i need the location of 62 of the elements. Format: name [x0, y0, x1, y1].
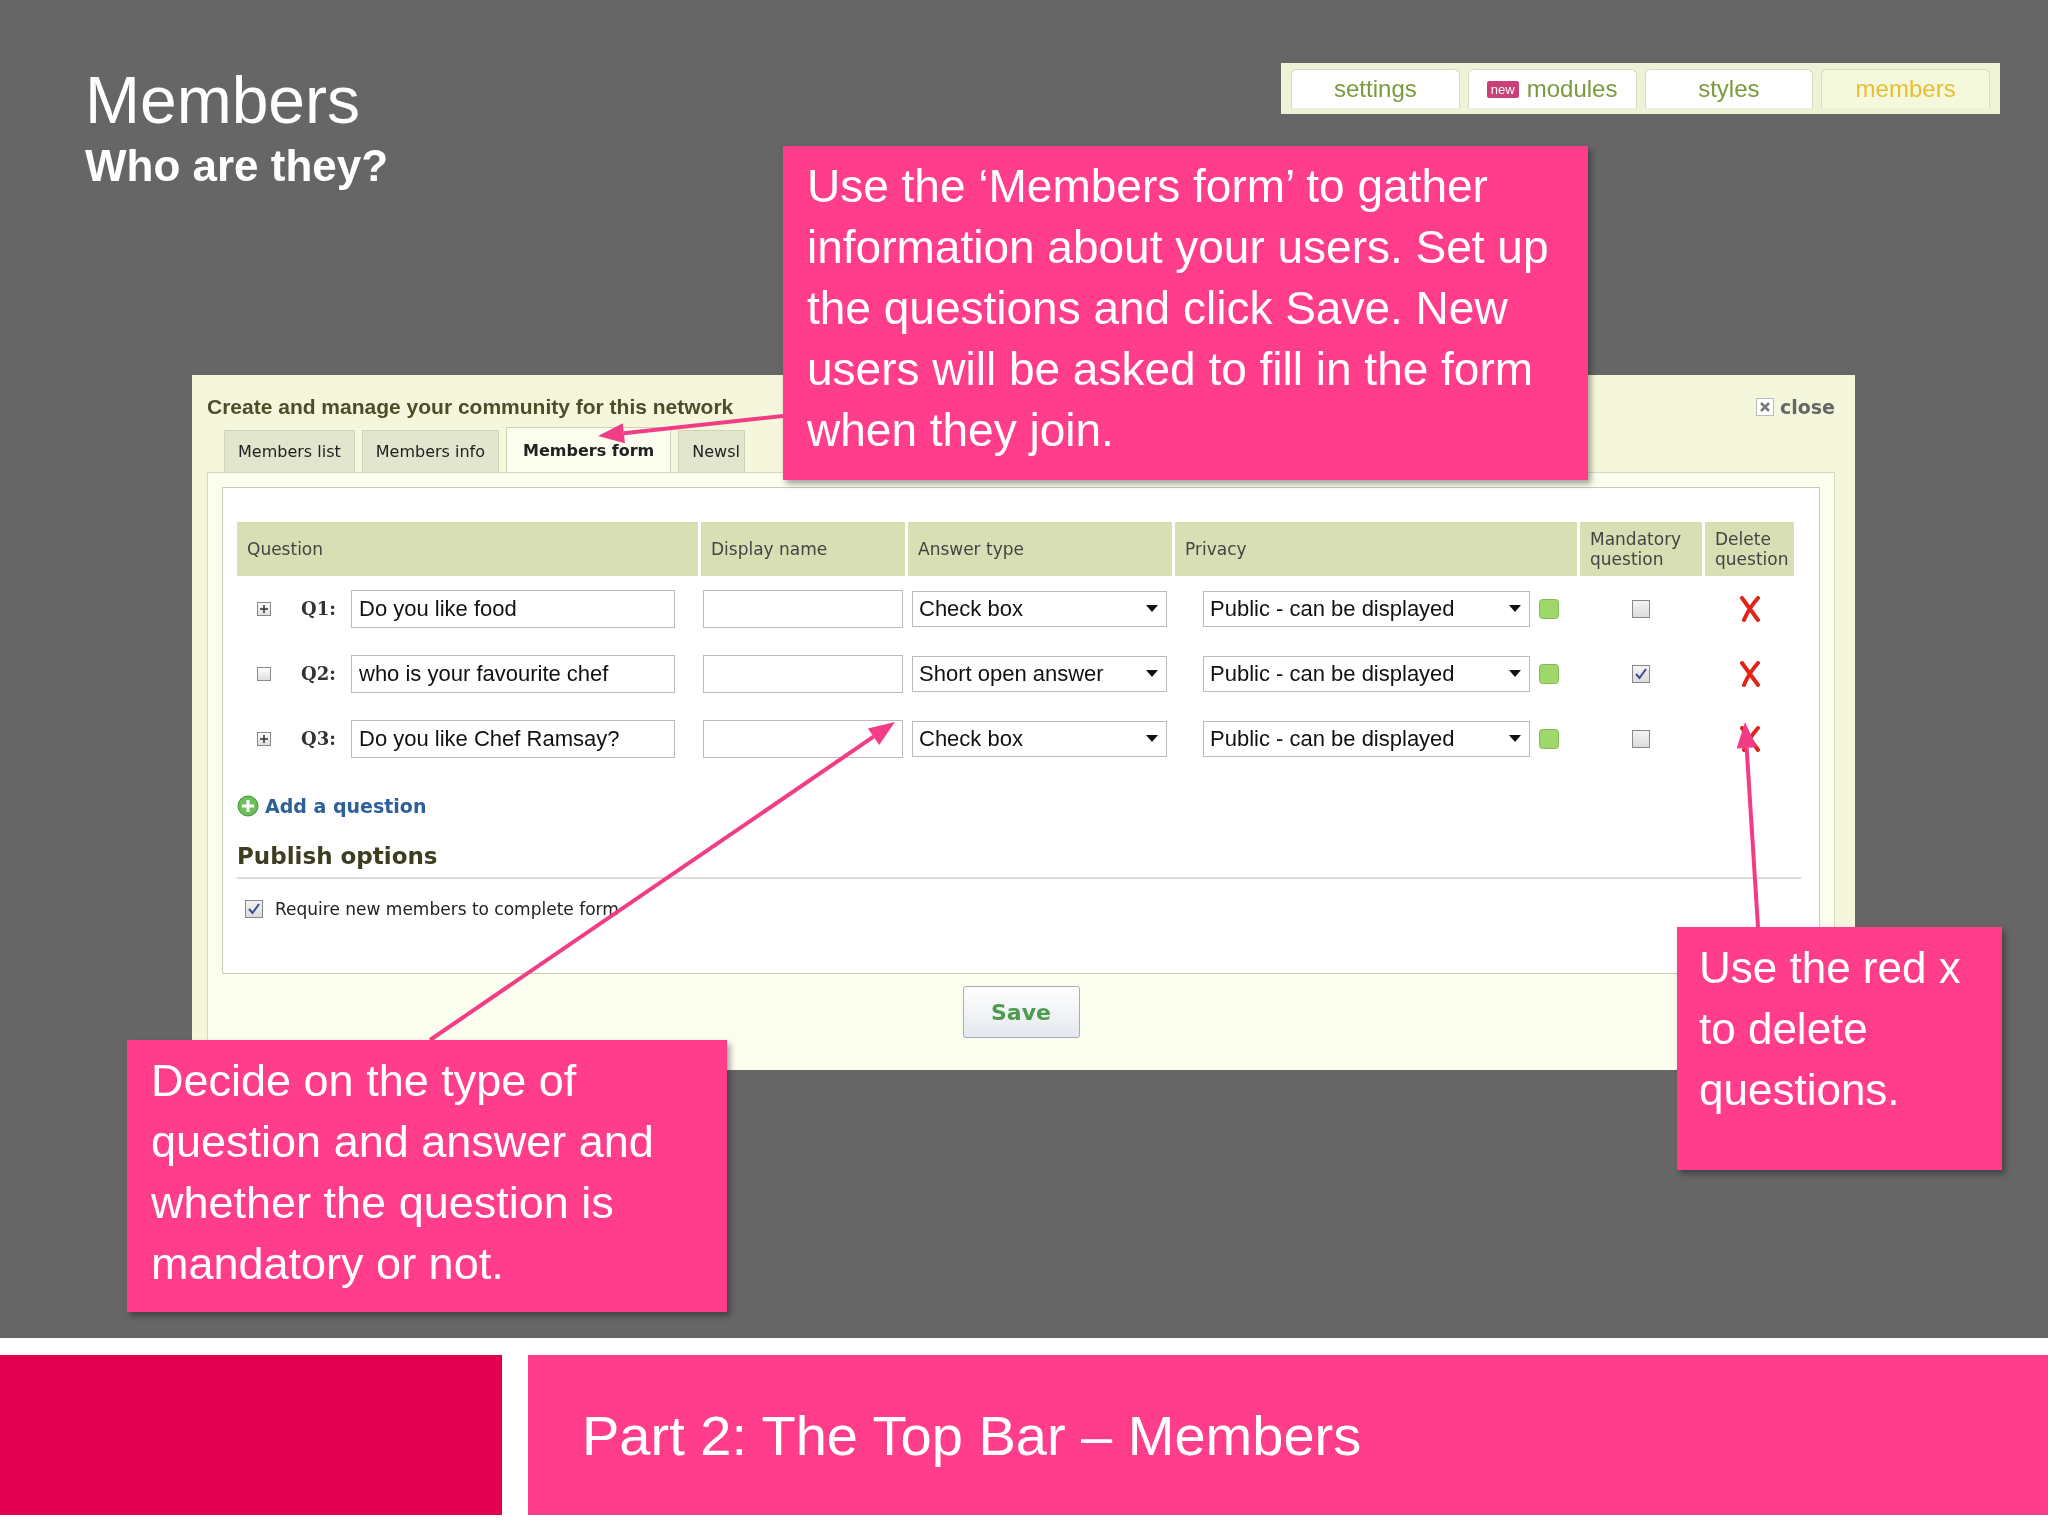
section-heading: Publish options	[237, 843, 1801, 879]
delete-icon[interactable]	[1738, 595, 1761, 622]
top-tab[interactable]: new modules	[1467, 69, 1637, 108]
caret-icon	[1146, 735, 1158, 742]
privacy-select[interactable]: Public - can be displayed	[1203, 655, 1530, 692]
caret-icon	[1509, 735, 1521, 742]
question-number: Q3:	[301, 728, 337, 749]
mandatory-checkbox[interactable]	[1632, 599, 1650, 618]
question-number: Q1:	[301, 598, 337, 619]
dialog-title: Create and manage your community for this network	[207, 395, 734, 419]
display-name-field[interactable]	[703, 654, 903, 693]
status-square-icon	[1539, 728, 1559, 749]
column-header: Delete question	[1705, 522, 1794, 576]
column-header: Question	[237, 522, 698, 576]
top-tab-label: members	[1855, 75, 1956, 103]
caret-icon	[1509, 670, 1521, 677]
caret-icon	[1146, 605, 1158, 612]
top-tab-label: styles	[1698, 75, 1760, 103]
status-square-icon	[1539, 598, 1559, 619]
answer-type-select[interactable]: Short open answer	[912, 655, 1167, 692]
callout-note: Decide on the type of question and answer and whether the question is mandatory or not.	[127, 1040, 727, 1312]
slide-subtitle: Who are they?	[85, 140, 389, 192]
expand-toggle[interactable]	[257, 601, 271, 616]
delete-icon[interactable]	[1738, 660, 1761, 687]
answer-type-select[interactable]: Check box	[912, 590, 1167, 627]
column-header: Privacy	[1175, 522, 1577, 576]
display-name-field[interactable]	[703, 719, 903, 758]
callout-note: Use the ‘Members form’ to gather information about your users. Set up the questions and click Save. New users will be asked to fill in the form when they join.	[783, 146, 1588, 480]
new-badge: new	[1486, 80, 1519, 98]
add-icon	[237, 795, 259, 817]
status-square-icon	[1539, 663, 1559, 684]
question-field[interactable]: Do you like food	[351, 589, 675, 628]
caret-icon	[1146, 670, 1158, 677]
top-tab-label: settings	[1334, 75, 1417, 103]
mandatory-checkbox[interactable]	[1632, 664, 1650, 683]
footer-title: Part 2: The Top Bar – Members	[582, 1402, 1362, 1468]
privacy-select[interactable]: Public - can be displayed	[1203, 720, 1530, 757]
require-form-checkbox[interactable]	[245, 900, 263, 918]
dialog-tab[interactable]: Members list	[224, 430, 355, 472]
mandatory-checkbox[interactable]	[1632, 729, 1650, 748]
column-header: Display name	[701, 522, 905, 576]
slide-title: Members	[85, 62, 362, 138]
question-field[interactable]: who is your favourite chef	[351, 654, 675, 693]
dialog-tab[interactable]: Newsl	[678, 430, 745, 472]
expand-toggle[interactable]	[257, 666, 271, 681]
column-header: Mandatory question	[1580, 522, 1702, 576]
expand-toggle[interactable]	[257, 731, 271, 746]
top-tab-label: modules	[1526, 75, 1618, 103]
callout-note: Use the red x to delete questions.	[1677, 927, 2002, 1170]
dialog-tab[interactable]: Members form	[506, 427, 672, 472]
question-number: Q2:	[301, 663, 337, 684]
caret-icon	[1509, 605, 1521, 612]
add-question-link[interactable]: Add a question	[237, 795, 427, 817]
close-button[interactable]: close	[1755, 396, 1835, 418]
dialog-tab[interactable]: Members info	[361, 430, 499, 472]
option-label: Require new members to complete form	[275, 899, 619, 919]
question-field[interactable]: Do you like Chef Ramsay?	[351, 719, 675, 758]
close-icon	[1755, 398, 1774, 416]
display-name-field[interactable]	[703, 589, 903, 628]
answer-type-select[interactable]: Check box	[912, 720, 1167, 757]
privacy-select[interactable]: Public - can be displayed	[1203, 590, 1530, 627]
column-header: Answer type	[908, 522, 1172, 576]
